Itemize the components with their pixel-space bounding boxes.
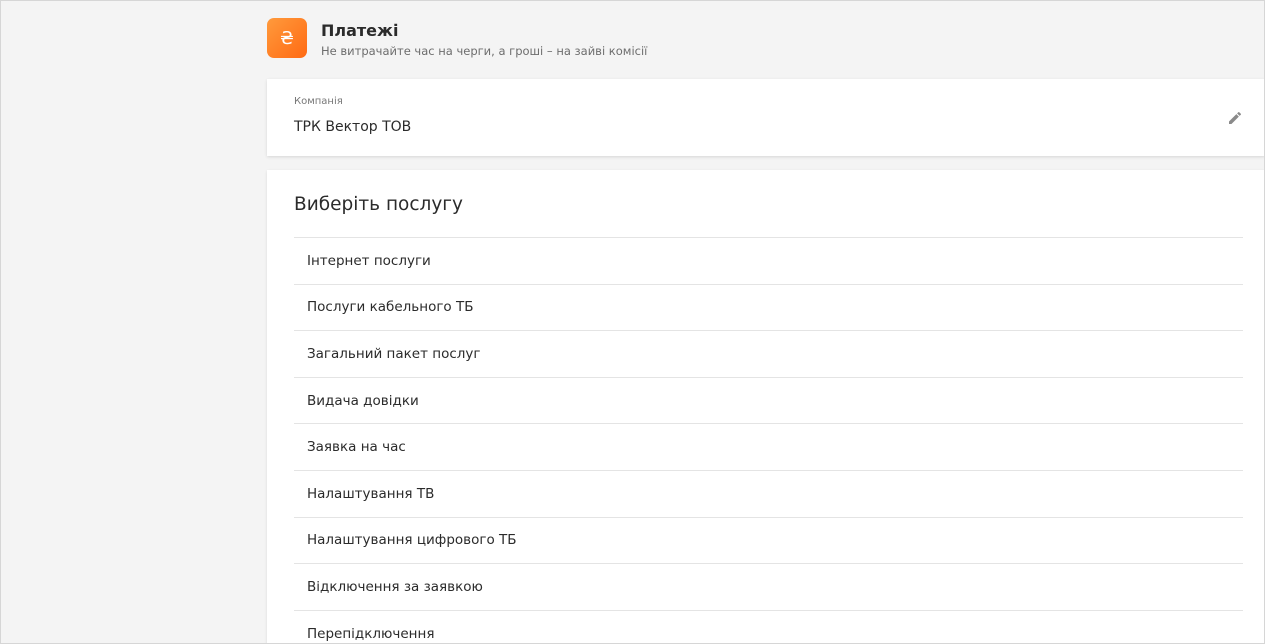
services-card: Виберіть послугу Інтернет послуги Послуг… (267, 170, 1264, 643)
company-label: Компанія (294, 96, 343, 107)
service-item-reconnection[interactable]: Перепідключення (294, 611, 1243, 643)
service-item-certificate[interactable]: Видача довідки (294, 378, 1243, 425)
page-subtitle: Не витрачайте час на черги, а гроші – на… (321, 44, 648, 58)
service-item-general-package[interactable]: Загальний пакет послуг (294, 331, 1243, 378)
pencil-edit-icon[interactable] (1227, 110, 1243, 126)
service-item-tv-setup[interactable]: Налаштування ТВ (294, 471, 1243, 518)
hryvnia-glyph: ₴ (280, 27, 294, 49)
service-list: Інтернет послуги Послуги кабельного ТБ З… (294, 237, 1243, 643)
company-name: ТРК Вектор ТОВ (294, 119, 412, 135)
service-item-disconnection[interactable]: Відключення за заявкою (294, 564, 1243, 611)
service-item-time-request[interactable]: Заявка на час (294, 424, 1243, 471)
page-title: Платежі (321, 21, 399, 40)
header-text: Платежі Не витрачайте час на черги, а гр… (321, 18, 647, 58)
services-title: Виберіть послугу (294, 194, 463, 215)
service-item-internet[interactable]: Інтернет послуги (294, 238, 1243, 285)
hryvnia-icon: ₴ (267, 18, 307, 58)
service-item-digital-tv-setup[interactable]: Налаштування цифрового ТБ (294, 518, 1243, 565)
page-header: ₴ Платежі Не витрачайте час на черги, а … (267, 18, 647, 60)
company-card: Компанія ТРК Вектор ТОВ (267, 79, 1264, 156)
page-frame: ₴ Платежі Не витрачайте час на черги, а … (0, 0, 1265, 644)
service-item-cable-tv[interactable]: Послуги кабельного ТБ (294, 285, 1243, 332)
